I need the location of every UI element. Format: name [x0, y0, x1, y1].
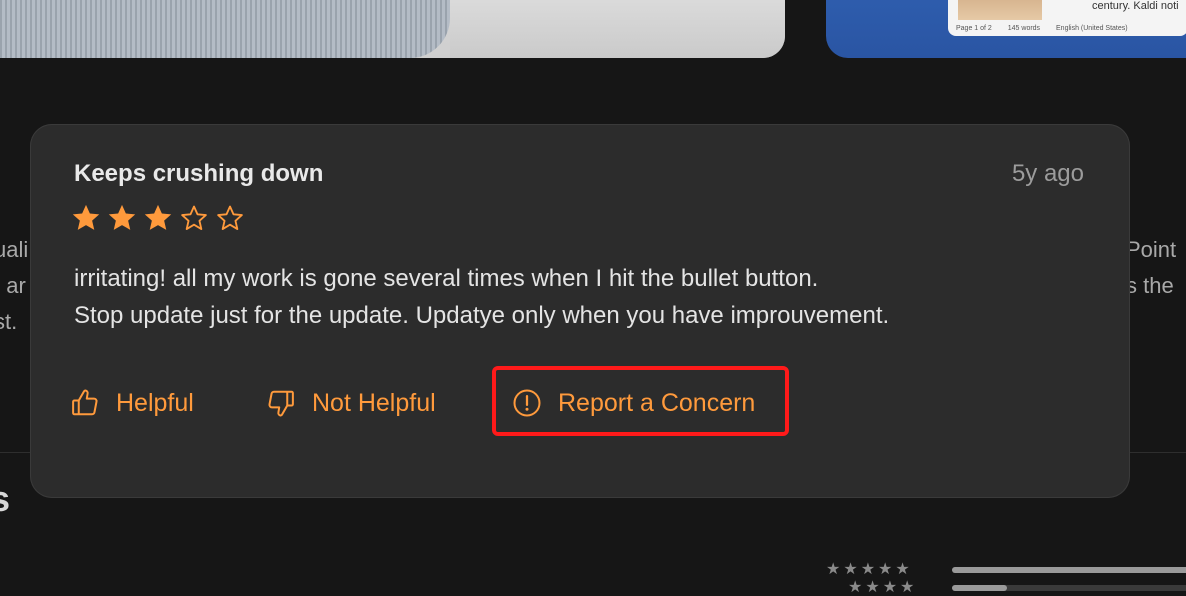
document-word-count: 145 words: [1007, 25, 1041, 32]
review-body-line: irritating! all my work is gone several …: [74, 265, 819, 292]
screenshot-surface: [450, 0, 785, 58]
neighbor-review-text-right: Point s the: [1126, 232, 1176, 304]
helpful-label: Helpful: [116, 388, 194, 417]
review-date: 5y ago: [1011, 160, 1084, 187]
document-language: English (United States): [1056, 25, 1128, 32]
highlight-box: [492, 366, 789, 436]
histogram-row: ★★★★: [848, 578, 917, 596]
screenshot-thumbnail-right[interactable]: century. Kaldi noti Page 1 of 2 145 word…: [826, 0, 1186, 58]
thumbs-down-icon: [268, 390, 294, 417]
section-heading: s: [0, 478, 11, 519]
document-snippet: century. Kaldi noti: [1092, 0, 1179, 12]
document-preview: century. Kaldi noti Page 1 of 2 145 word…: [948, 0, 1186, 36]
neighbor-right-line: s the: [1126, 273, 1174, 298]
star-filled-icon: [144, 204, 172, 230]
histogram-bar-fill: [952, 567, 1186, 573]
review-card: Keeps crushing down 5y ago irritating! a…: [30, 124, 1130, 498]
helpful-button[interactable]: Helpful: [70, 386, 194, 420]
star-filled-icon: [108, 204, 136, 230]
thumbs-up-icon: [72, 389, 98, 416]
star-outline-icon: [217, 205, 243, 230]
histogram-stars: ★★★★★: [826, 561, 913, 578]
screenshot-thumbnail-left[interactable]: [0, 0, 785, 58]
star-filled-icon: [72, 204, 100, 230]
histogram-stars: ★★★★: [848, 579, 918, 596]
not-helpful-label: Not Helpful: [312, 388, 436, 417]
section-divider: [1128, 452, 1186, 453]
histogram-bar: [952, 585, 1186, 591]
not-helpful-button[interactable]: Not Helpful: [266, 386, 436, 420]
app-store-reviews-page: century. Kaldi noti Page 1 of 2 145 word…: [0, 0, 1186, 596]
document-page-count: Page 1 of 2: [956, 25, 992, 32]
neighbor-left-line: , ar: [0, 273, 26, 298]
neighbor-right-line: Point: [1126, 237, 1177, 262]
neighbor-review-text-left: uali , ar st.: [0, 232, 28, 340]
screenshot-stripes: [0, 0, 450, 58]
star-outline-icon: [181, 205, 207, 230]
neighbor-left-line: st.: [0, 309, 18, 334]
document-status-bar: Page 1 of 2 145 words English (United St…: [956, 25, 1142, 32]
histogram-row: ★★★★★: [826, 560, 913, 578]
histogram-bar: [952, 567, 1186, 573]
review-title: Keeps crushing down: [74, 160, 324, 187]
review-body: irritating! all my work is gone several …: [74, 260, 1074, 334]
document-photo: [958, 0, 1042, 20]
histogram-bar-fill: [952, 585, 1007, 591]
star-rating: [70, 202, 246, 234]
review-body-line: Stop update just for the update. Updatye…: [74, 302, 890, 329]
neighbor-left-line: uali: [0, 237, 29, 262]
